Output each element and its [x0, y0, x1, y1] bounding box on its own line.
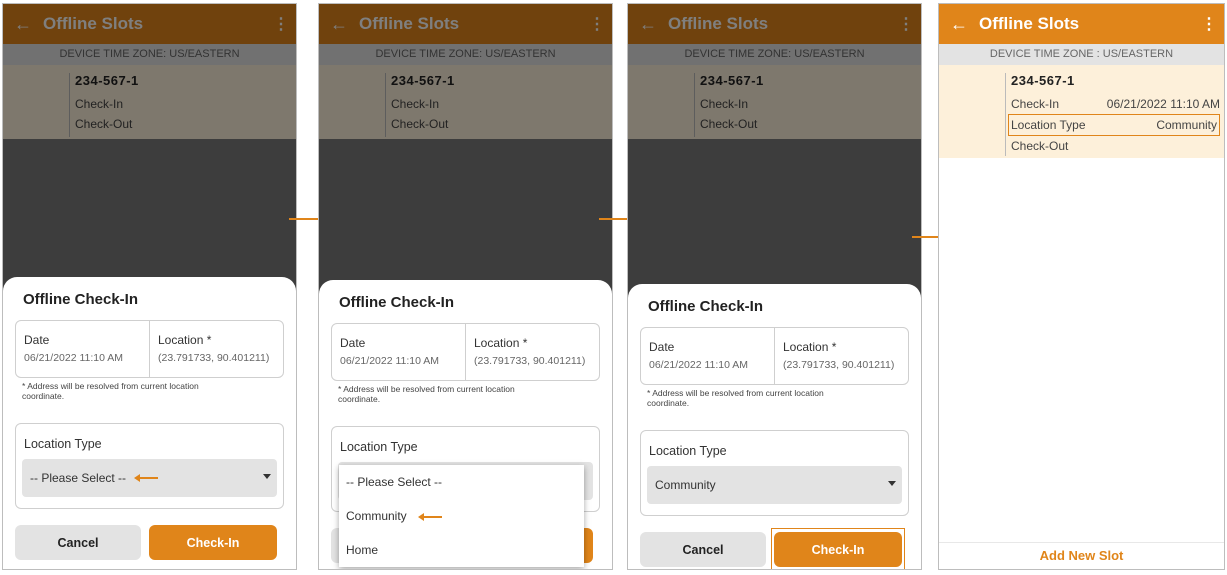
sheet-title: Offline Check-In: [339, 294, 455, 311]
slot-check-in-label: Check-In: [1011, 97, 1060, 111]
location-type-box: Location Type Community: [640, 430, 909, 516]
select-value: Community: [655, 478, 716, 492]
app-bar: ← Offline Slots ⋮: [939, 4, 1224, 44]
location-label: Location *: [783, 340, 837, 354]
address-note: * Address will be resolved from current …: [338, 384, 515, 404]
slot-card[interactable]: 234-567-1 Check-In 06/21/2022 11:10 AM L…: [939, 65, 1224, 158]
add-new-slot-button[interactable]: Add New Slot: [939, 542, 1224, 569]
location-value: (23.791733, 90.401211): [783, 359, 895, 371]
slot-check-in-row: Check-In 06/21/2022 11:10 AM: [1011, 94, 1220, 114]
location-type-label: Location Type: [649, 444, 727, 458]
location-label: Location *: [158, 333, 212, 347]
location-type-label: Location Type: [340, 440, 418, 454]
sheet-title: Offline Check-In: [23, 291, 139, 308]
screen-4: ← Offline Slots ⋮ DEVICE TIME ZONE : US/…: [938, 3, 1225, 570]
dropdown-option[interactable]: Home: [339, 533, 584, 567]
date-label: Date: [649, 340, 675, 354]
timezone-label: DEVICE TIME ZONE : US/EASTERN: [939, 44, 1224, 65]
dropdown-caret-icon: [263, 474, 271, 479]
dropdown-option[interactable]: -- Please Select --: [339, 465, 584, 499]
info-box: Date 06/21/2022 11:10 AM Location * (23.…: [331, 323, 600, 381]
pointer-arrow-icon: [418, 512, 443, 522]
location-type-select[interactable]: -- Please Select --: [22, 459, 277, 497]
location-type-label: Location Type: [24, 437, 102, 451]
location-type-box: Location Type -- Please Select --: [15, 423, 284, 509]
screen-2: ← Offline Slots ⋮ DEVICE TIME ZONE: US/E…: [318, 3, 613, 570]
offline-checkin-sheet: Offline Check-In Date 06/21/2022 11:10 A…: [628, 284, 921, 569]
date-value: 06/21/2022 11:10 AM: [649, 359, 749, 371]
date-label: Date: [24, 333, 50, 347]
page-title: Offline Slots: [979, 14, 1080, 33]
screen-3: ← Offline Slots ⋮ DEVICE TIME ZONE: US/E…: [627, 3, 922, 570]
cancel-button[interactable]: Cancel: [15, 525, 141, 560]
checkin-button[interactable]: Check-In: [149, 525, 277, 560]
pointer-arrow-icon: [134, 473, 159, 483]
slot-check-in-time: 06/21/2022 11:10 AM: [1106, 97, 1220, 111]
slot-id: 234-567-1: [1011, 73, 1075, 88]
info-box: Date 06/21/2022 11:10 AM Location * (23.…: [640, 327, 909, 385]
offline-checkin-sheet: Offline Check-In Date 06/21/2022 11:10 A…: [3, 277, 296, 569]
location-value: (23.791733, 90.401211): [474, 355, 586, 367]
select-value: -- Please Select --: [30, 471, 127, 485]
slot-check-out-label: Check-Out: [1011, 139, 1069, 153]
info-box: Date 06/21/2022 11:10 AM Location * (23.…: [15, 320, 284, 378]
screen-1: ← Offline Slots ⋮ DEVICE TIME ZONE: US/E…: [2, 3, 297, 570]
dropdown-option-community[interactable]: Community: [339, 499, 584, 533]
date-label: Date: [340, 336, 366, 350]
more-vert-icon[interactable]: ⋮: [1194, 14, 1224, 34]
date-value: 06/21/2022 11:10 AM: [340, 355, 440, 367]
location-type-dropdown: -- Please Select -- Community Home: [339, 465, 584, 567]
checkin-highlight-frame: [771, 528, 905, 569]
location-value: (23.791733, 90.401211): [158, 352, 270, 364]
back-arrow-icon[interactable]: ←: [939, 14, 979, 35]
location-label: Location *: [474, 336, 528, 350]
slot-location-type-row: Location Type Community: [1008, 114, 1220, 136]
address-note: * Address will be resolved from current …: [22, 381, 199, 401]
dropdown-option-label: Community: [346, 509, 407, 523]
slot-location-type-label: Location Type: [1011, 118, 1086, 132]
dropdown-caret-icon: [888, 481, 896, 486]
sheet-title: Offline Check-In: [648, 298, 764, 315]
location-type-select[interactable]: Community: [647, 466, 902, 504]
slot-location-type-value: Community: [1156, 118, 1217, 132]
cancel-button[interactable]: Cancel: [640, 532, 766, 567]
address-note: * Address will be resolved from current …: [647, 388, 824, 408]
date-value: 06/21/2022 11:10 AM: [24, 352, 124, 364]
